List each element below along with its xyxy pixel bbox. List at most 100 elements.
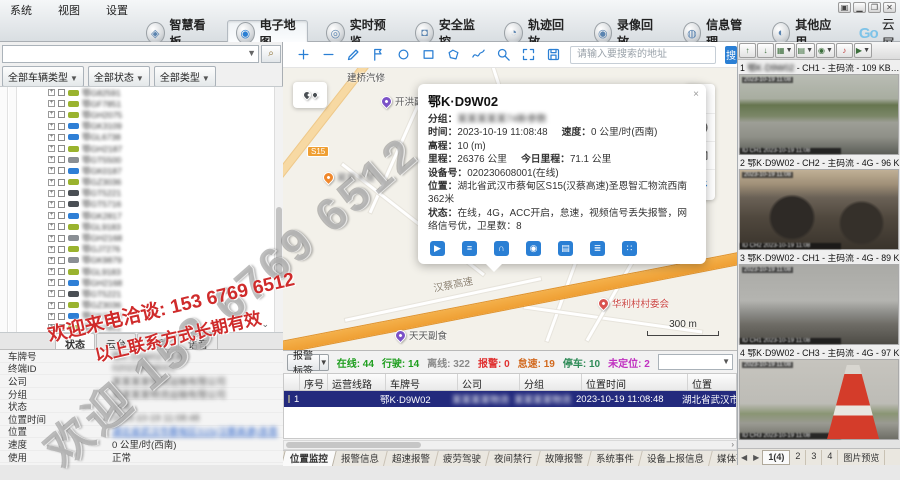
checkbox[interactable] bbox=[58, 100, 65, 107]
page-up-icon[interactable]: ↑ bbox=[739, 43, 756, 58]
close-button[interactable]: ✕ bbox=[883, 2, 896, 13]
expand-icon[interactable]: + bbox=[48, 313, 55, 320]
tab-故障报警[interactable]: 故障报警 bbox=[537, 450, 592, 466]
expand-icon[interactable]: + bbox=[48, 257, 55, 264]
expand-icon[interactable]: + bbox=[48, 156, 55, 163]
tree-row[interactable]: +鄂GT5716 bbox=[0, 199, 283, 210]
video-thumbnail[interactable]: 2023-10-19 11:08ID CH2 2023-10-19 11:08 bbox=[739, 169, 899, 250]
video-tab-1(4)[interactable]: 1(4) bbox=[762, 450, 790, 465]
expand-icon[interactable]: + bbox=[48, 201, 55, 208]
expand-icon[interactable]: + bbox=[48, 268, 55, 275]
tree-row[interactable]: +鄂GK9879 bbox=[0, 255, 283, 266]
checkbox[interactable] bbox=[58, 134, 65, 141]
poi-天天副食[interactable]: 天天副食 bbox=[395, 328, 447, 342]
save-map-icon[interactable] bbox=[545, 47, 561, 63]
vehicle-search-combo[interactable]: ▼ bbox=[2, 45, 259, 63]
tree-row[interactable]: +鄂GH2075 bbox=[0, 109, 283, 120]
checkbox[interactable] bbox=[58, 268, 65, 275]
checkbox[interactable] bbox=[58, 167, 65, 174]
tree-row[interactable]: +鄂GT5500 bbox=[0, 154, 283, 165]
poi-华利村村委会[interactable]: 华利村村委会 bbox=[598, 296, 669, 310]
poi-建桥汽修[interactable]: 建桥汽修 bbox=[347, 70, 385, 84]
tree-row[interactable]: +鄂GH2187 bbox=[0, 143, 283, 154]
apps-grid-icon[interactable]: ∷ bbox=[622, 241, 637, 256]
tab-媒体列表[interactable]: 媒体列表 bbox=[709, 450, 737, 466]
detail-tab-色彩[interactable]: 色彩 bbox=[137, 333, 177, 349]
tree-row[interactable]: +鄂GH2168 bbox=[0, 277, 283, 288]
expand-icon[interactable]: + bbox=[48, 100, 55, 107]
checkbox[interactable] bbox=[58, 324, 65, 331]
expand-icon[interactable]: + bbox=[48, 302, 55, 309]
zoom-out-icon[interactable] bbox=[320, 47, 336, 63]
split-layout-icon[interactable]: ▦▼ bbox=[775, 43, 795, 58]
checkbox[interactable] bbox=[58, 257, 65, 264]
video-tab-4[interactable]: 4 bbox=[822, 450, 838, 465]
checkbox[interactable] bbox=[58, 190, 65, 197]
page-down-icon[interactable]: ↓ bbox=[757, 43, 774, 58]
tree-row[interactable]: +鄂GT5221 bbox=[0, 188, 283, 199]
rect-draw-icon[interactable] bbox=[420, 47, 436, 63]
expand-icon[interactable]: + bbox=[48, 212, 55, 219]
checkbox[interactable] bbox=[58, 235, 65, 242]
polygon-draw-icon[interactable] bbox=[445, 47, 461, 63]
expand-icon[interactable]: + bbox=[48, 123, 55, 130]
expand-icon[interactable]: + bbox=[48, 190, 55, 197]
tree-row[interactable]: +鄂GJ7276 bbox=[0, 244, 283, 255]
col-header-分组[interactable]: 分组 bbox=[520, 374, 582, 390]
filter-全部车辆类型[interactable]: 全部车辆类型▼ bbox=[2, 66, 84, 87]
col-header-公司[interactable]: 公司 bbox=[458, 374, 520, 390]
alarm-tag-button[interactable]: 报警标签▼ bbox=[287, 354, 329, 371]
menu-item-视图[interactable]: 视图 bbox=[54, 1, 84, 19]
expand-icon[interactable]: + bbox=[48, 179, 55, 186]
tab-疲劳驾驶[interactable]: 疲劳驾驶 bbox=[435, 450, 490, 466]
checkbox[interactable] bbox=[58, 313, 65, 320]
poi-control[interactable] bbox=[293, 82, 327, 108]
checkbox[interactable] bbox=[58, 89, 65, 96]
detail-tab-状态[interactable]: 状态 bbox=[55, 333, 95, 349]
checkbox[interactable] bbox=[58, 223, 65, 230]
expand-icon[interactable]: + bbox=[48, 324, 55, 331]
tab-系统事件[interactable]: 系统事件 bbox=[588, 450, 643, 466]
fullscreen-icon[interactable] bbox=[520, 47, 536, 63]
mute-icon[interactable]: ♪ bbox=[836, 43, 853, 58]
expand-icon[interactable]: + bbox=[48, 89, 55, 96]
headset-icon[interactable]: ∩ bbox=[494, 241, 509, 256]
maximize-button[interactable]: ❐ bbox=[868, 2, 881, 13]
monitor-icon[interactable]: ▤▼ bbox=[796, 43, 816, 58]
circle-draw-icon[interactable] bbox=[395, 47, 411, 63]
checkbox[interactable] bbox=[58, 156, 65, 163]
measure-icon[interactable] bbox=[345, 47, 361, 63]
checkbox[interactable] bbox=[58, 111, 65, 118]
video-item-4[interactable]: 4 鄂K·D9W02 - CH3 - 主码流 - 4G - 97 KB/S…20… bbox=[738, 345, 900, 440]
detail-value[interactable]: 湖北省武汉市蔡甸区S15(汉蔡高速)圣恩 bbox=[112, 424, 283, 438]
tree-row[interactable]: +鄂GZ3036 bbox=[0, 177, 283, 188]
checkbox[interactable] bbox=[58, 145, 65, 152]
detail-tab-语音[interactable]: 语音 bbox=[178, 333, 218, 349]
tree-row[interactable]: +鄂GL9183 bbox=[0, 266, 283, 277]
tree-row[interactable]: +鄂G82591 bbox=[0, 87, 283, 98]
chevron-down-icon[interactable]: ⌄ bbox=[261, 319, 269, 330]
expand-icon[interactable]: + bbox=[48, 134, 55, 141]
tree-row[interactable]: +鄂GK2817 bbox=[0, 210, 283, 221]
video-thumbnail[interactable]: 2023-10-19 11:08ID CH1 2023-10-19 11:08 bbox=[739, 74, 899, 155]
checkbox[interactable] bbox=[58, 279, 65, 286]
tree-scrollbar[interactable] bbox=[274, 87, 283, 332]
expand-icon[interactable]: + bbox=[48, 290, 55, 297]
tree-row[interactable]: +鄂GH2168 bbox=[0, 232, 283, 243]
checkbox[interactable] bbox=[58, 179, 65, 186]
map-search-button[interactable]: 搜 bbox=[725, 46, 737, 64]
flag-icon[interactable] bbox=[370, 47, 386, 63]
video-tab-图片预览[interactable]: 图片预览 bbox=[838, 450, 885, 465]
search-icon[interactable]: ⌕ bbox=[261, 45, 281, 63]
tab-夜间禁行[interactable]: 夜间禁行 bbox=[486, 450, 541, 466]
tab-设备上报信息[interactable]: 设备上报信息 bbox=[639, 450, 713, 466]
map-canvas[interactable]: 汉蔡高速 S15 建桥汽修开洪副食易家大道顺丰速运天天副食华利村村委会 鄂K·D… bbox=[283, 68, 737, 350]
tree-row[interactable]: +鄂GK3109 bbox=[0, 121, 283, 132]
search-area-icon[interactable] bbox=[495, 47, 511, 63]
polyline-draw-icon[interactable] bbox=[470, 47, 486, 63]
menu-item-设置[interactable]: 设置 bbox=[102, 1, 132, 19]
tree-row[interactable]: +鄂GF7851 bbox=[0, 98, 283, 109]
col-header-位置时间[interactable]: 位置时间 bbox=[582, 374, 688, 390]
theme-button[interactable]: ▣ bbox=[838, 2, 851, 13]
checkbox[interactable] bbox=[58, 212, 65, 219]
